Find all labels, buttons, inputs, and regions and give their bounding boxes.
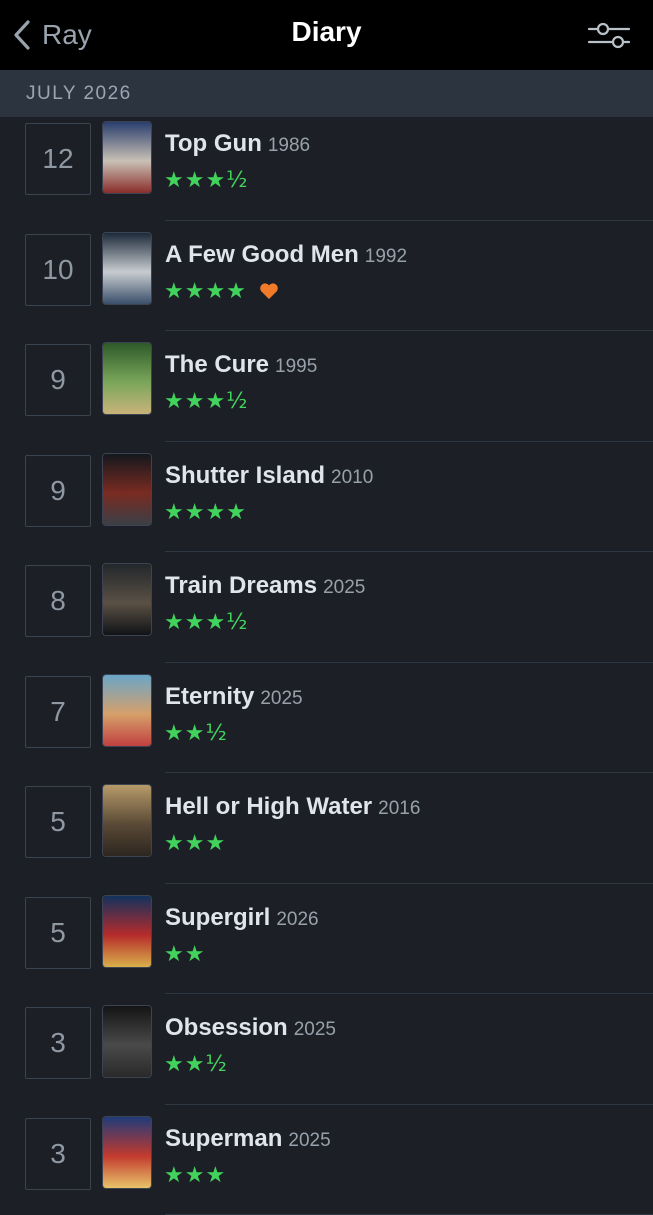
rating-line: ★★★½ (164, 168, 249, 193)
star-rating: ★★★★ (164, 279, 247, 304)
diary-list: 12Top Gun1986★★★½10A Few Good Men1992★★★… (0, 110, 653, 1215)
day-number: 12 (42, 143, 73, 175)
day-number-box[interactable]: 10 (25, 234, 91, 306)
film-year: 2016 (378, 798, 420, 819)
rating-line: ★★★ (164, 1163, 226, 1188)
day-number: 5 (50, 806, 66, 838)
sliders-icon (587, 18, 631, 52)
star-rating: ★★★ (164, 831, 226, 856)
star-rating: ★★★ (164, 1163, 226, 1188)
film-title: Superman (165, 1125, 282, 1152)
filter-button[interactable] (587, 18, 631, 52)
heart-icon (259, 282, 279, 300)
day-number-box[interactable]: 5 (25, 897, 91, 969)
film-title-line[interactable]: Shutter Island 2010 (165, 462, 373, 490)
film-title: Supergirl (165, 904, 270, 931)
film-poster[interactable] (103, 1006, 151, 1077)
rating-line: ★★½ (164, 1052, 228, 1077)
film-poster[interactable] (103, 454, 151, 525)
day-number-box[interactable]: 12 (25, 123, 91, 195)
film-title: Obsession (165, 1014, 288, 1041)
day-number-box[interactable]: 7 (25, 676, 91, 748)
diary-entry-row[interactable]: 3 Obsession 2025 ★★½ (0, 994, 653, 1105)
day-number-box[interactable]: 3 (25, 1118, 91, 1190)
page-title: Diary (0, 16, 653, 48)
film-year: 2026 (276, 909, 318, 930)
diary-entry-row[interactable]: 7 Eternity 2025 ★★½ (0, 663, 653, 774)
film-title-line[interactable]: A Few Good Men 1992 (165, 241, 407, 269)
rating-line: ★★★ (164, 831, 226, 856)
film-title: The Cure (165, 351, 269, 378)
day-number-box[interactable]: 3 (25, 1007, 91, 1079)
day-number: 7 (50, 696, 66, 728)
star-rating: ★★★½ (164, 610, 249, 635)
film-title: Hell or High Water (165, 793, 372, 820)
film-poster[interactable] (103, 896, 151, 967)
diary-entry-row[interactable]: 5 Supergirl 2026 ★★ (0, 884, 653, 995)
film-year: 1995 (275, 356, 317, 377)
star-rating: ★★½ (164, 1052, 228, 1077)
diary-entry-row[interactable]: 5 Hell or High Water 2016 ★★★ (0, 773, 653, 884)
day-number: 9 (50, 364, 66, 396)
film-title-line[interactable]: Obsession 2025 (165, 1014, 336, 1042)
film-poster[interactable] (103, 564, 151, 635)
diary-entry-row[interactable]: 9 The Cure 1995 ★★★½ (0, 331, 653, 442)
film-poster[interactable] (103, 233, 151, 304)
film-title: Top Gun (165, 130, 262, 157)
day-number: 8 (50, 585, 66, 617)
day-number-box[interactable]: 9 (25, 344, 91, 416)
star-rating: ★★ (164, 942, 205, 967)
film-title: Eternity (165, 683, 254, 710)
day-number-box[interactable]: 8 (25, 565, 91, 637)
day-number-box[interactable]: 5 (25, 786, 91, 858)
star-rating: ★★★★ (164, 500, 247, 525)
film-year: 2025 (288, 1130, 330, 1151)
day-number: 9 (50, 475, 66, 507)
day-number: 10 (42, 254, 73, 286)
diary-entry-row[interactable]: 9 Shutter Island 2010 ★★★★ (0, 442, 653, 553)
star-rating: ★★★½ (164, 389, 249, 414)
rating-line: ★★ (164, 942, 205, 967)
film-poster[interactable] (103, 1117, 151, 1188)
film-title-line[interactable]: Superman 2025 (165, 1125, 331, 1153)
film-year: 1986 (268, 135, 310, 156)
day-number-box[interactable]: 9 (25, 455, 91, 527)
film-year: 2025 (323, 577, 365, 598)
film-title-line[interactable]: Hell or High Water 2016 (165, 793, 420, 821)
film-poster[interactable] (103, 343, 151, 414)
month-label: JULY 2026 (26, 83, 132, 105)
rating-line: ★★★★ (164, 500, 247, 525)
top-navigation-bar: Ray Diary (0, 0, 653, 70)
diary-entry-row[interactable]: 10 A Few Good Men 1992 ★★★★ (0, 221, 653, 332)
rating-line: ★★★½ (164, 389, 249, 414)
film-year: 2010 (331, 467, 373, 488)
day-number: 3 (50, 1027, 66, 1059)
star-rating: ★★★½ (164, 168, 249, 193)
rating-line: ★★½ (164, 721, 228, 746)
day-number: 5 (50, 917, 66, 949)
diary-entry-row[interactable]: 8 Train Dreams 2025 ★★★½ (0, 552, 653, 663)
film-title-line[interactable]: Train Dreams 2025 (165, 572, 365, 600)
day-number: 3 (50, 1138, 66, 1170)
film-poster[interactable] (103, 122, 151, 193)
rating-line: ★★★½ (164, 610, 249, 635)
film-title-line[interactable]: Eternity 2025 (165, 683, 303, 711)
film-title: Shutter Island (165, 462, 325, 489)
film-title: A Few Good Men (165, 241, 359, 268)
star-rating: ★★½ (164, 721, 228, 746)
film-title: Train Dreams (165, 572, 317, 599)
film-year: 2025 (260, 688, 302, 709)
film-title-line[interactable]: Top Gun 1986 (165, 130, 310, 158)
film-poster[interactable] (103, 675, 151, 746)
film-poster[interactable] (103, 785, 151, 856)
film-year: 2025 (294, 1019, 336, 1040)
film-year: 1992 (365, 246, 407, 267)
rating-line: ★★★★ (164, 279, 279, 304)
film-title-line[interactable]: The Cure 1995 (165, 351, 317, 379)
film-title-line[interactable]: Supergirl 2026 (165, 904, 319, 932)
diary-entry-row[interactable]: 12 Top Gun 1986 ★★★½ (0, 110, 653, 221)
diary-entry-row[interactable]: 3 Superman 2025 ★★★ (0, 1105, 653, 1215)
